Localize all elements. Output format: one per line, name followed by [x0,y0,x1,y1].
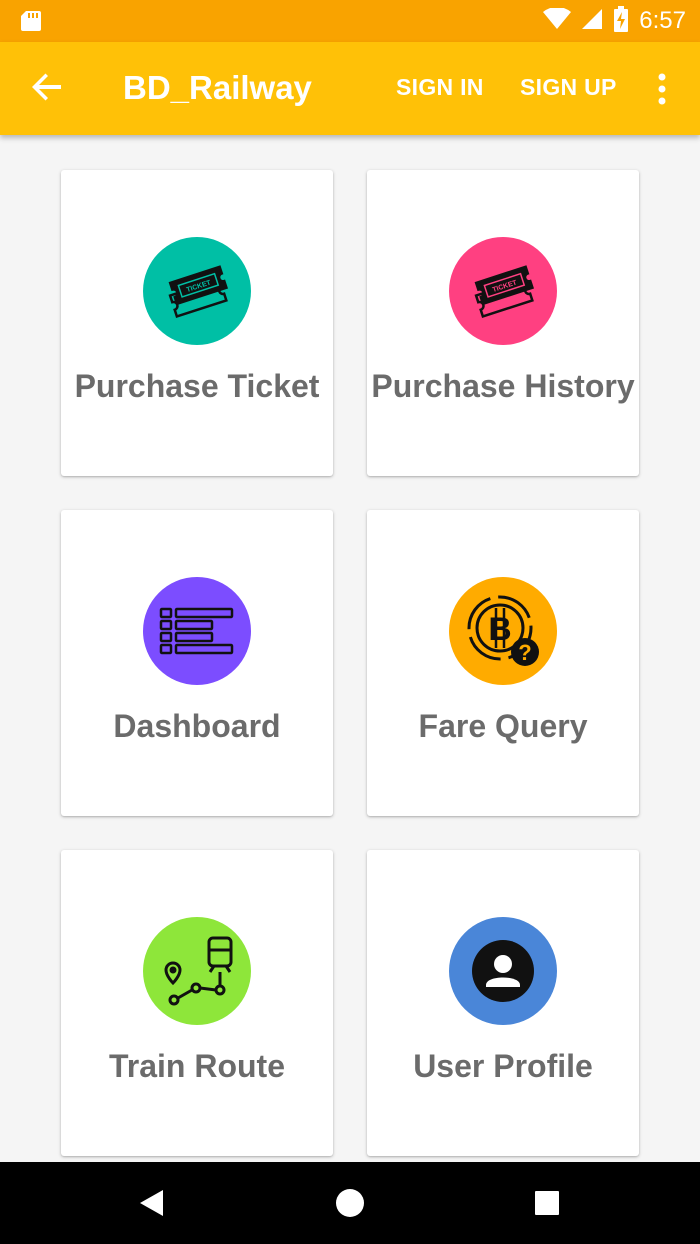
sign-in-button[interactable]: SIGN IN [396,74,484,101]
train-route-label: Train Route [108,1048,285,1084]
sd-card-icon [20,10,42,37]
train-route-icon [164,936,233,1006]
status-bar: 6:57 [0,0,700,42]
wifi-icon [543,6,572,35]
svg-text:?: ? [518,640,531,665]
user-profile-label: User Profile [413,1048,593,1084]
list-icon [159,607,234,655]
status-time: 6:57 [639,7,686,34]
ticket-icon: TICKET [168,265,229,319]
fare-query-label: Fare Query [418,708,588,744]
back-arrow-icon[interactable] [30,70,64,109]
dashboard-icon-circle [143,577,251,685]
more-vert-icon[interactable] [655,73,669,110]
home-circle-icon[interactable] [310,1162,390,1244]
purchase-history-label: Purchase History [371,368,635,404]
dashboard-card[interactable]: Dashboard [61,510,333,816]
dashboard-label: Dashboard [113,708,281,744]
battery-charging-icon [613,5,629,37]
purchase-ticket-icon-circle: TICKET [143,237,251,345]
user-profile-card[interactable]: User Profile [367,850,639,1156]
signal-icon [581,8,603,35]
purchase-history-card[interactable]: TICKET Purchase History [367,170,639,476]
svg-text:B: B [488,611,511,647]
app-title: BD_Railway [123,69,312,106]
train-route-card[interactable]: Train Route [61,850,333,1156]
ticket-icon: TICKET [474,265,535,319]
back-triangle-icon[interactable] [112,1162,192,1244]
train-route-icon-circle [143,917,251,1025]
purchase-ticket-card[interactable]: TICKET Purchase Ticket [61,170,333,476]
fare-query-icon-circle: B ? [449,577,557,685]
system-nav-bar [0,1162,700,1244]
user-profile-icon-circle [449,917,557,1025]
purchase-ticket-label: Purchase Ticket [74,368,320,404]
sign-up-button[interactable]: SIGN UP [520,74,617,101]
purchase-history-icon-circle: TICKET [449,237,557,345]
fare-query-icon: B ? [467,595,539,666]
recents-square-icon[interactable] [507,1162,587,1244]
app-bar: BD_Railway SIGN IN SIGN UP [0,42,700,135]
menu-grid: TICKET Purchase Ticket TICKET Purchase H… [0,135,700,1162]
user-icon [472,940,534,1002]
fare-query-card[interactable]: B ? Fare Query [367,510,639,816]
